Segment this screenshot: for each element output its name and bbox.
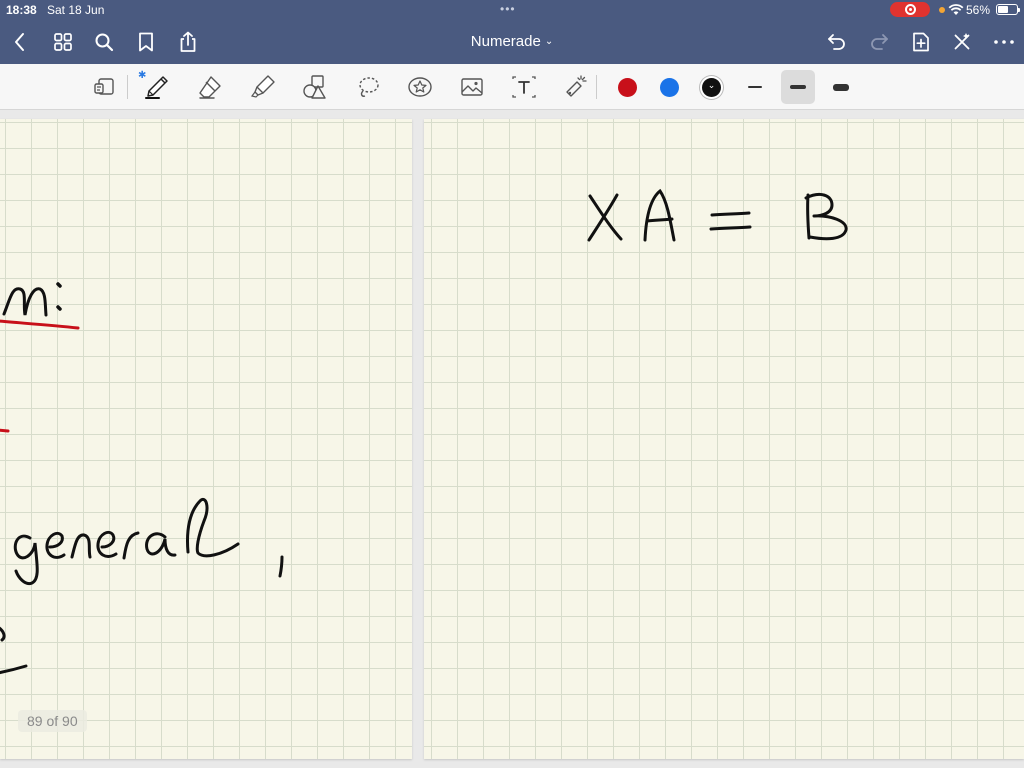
color-swatch-blue[interactable]	[660, 78, 679, 97]
stroke-width-thick[interactable]	[824, 70, 858, 104]
page-right[interactable]	[424, 119, 1024, 759]
handwriting-ink-right	[587, 188, 848, 242]
document-title-text[interactable]: Numerade	[471, 33, 541, 50]
more-icon[interactable]	[992, 30, 1016, 54]
image-icon[interactable]	[458, 73, 486, 101]
add-page-icon[interactable]	[909, 30, 933, 54]
tools-toolbar: ✱	[0, 64, 1024, 110]
redo-icon[interactable]	[867, 30, 891, 54]
screen-recording-icon[interactable]	[890, 2, 930, 17]
highlighter-icon[interactable]	[249, 73, 277, 101]
handwriting-ink-left	[0, 282, 284, 675]
toolbar-divider	[596, 75, 597, 99]
lasso-icon[interactable]	[354, 73, 382, 101]
status-time: 18:38	[6, 3, 37, 17]
text-icon[interactable]	[510, 73, 538, 101]
wifi-icon	[948, 4, 964, 15]
pen-icon[interactable]	[143, 73, 171, 101]
page-counter: 89 of 90	[18, 710, 87, 732]
nav-bar: Numerade ⌄	[0, 20, 1024, 64]
stroke-width-medium[interactable]	[781, 70, 815, 104]
document-pages[interactable]: 89 of 90	[0, 111, 1024, 768]
chevron-down-icon: ⌄	[707, 80, 716, 90]
shapes-icon[interactable]	[301, 73, 329, 101]
mic-indicator-icon	[939, 7, 945, 13]
multitasking-dots-icon[interactable]: •••	[500, 2, 516, 16]
status-date: Sat 18 Jun	[47, 3, 105, 17]
battery-fill	[998, 6, 1008, 13]
color-swatch-red[interactable]	[618, 78, 637, 97]
undo-icon[interactable]	[825, 30, 849, 54]
chevron-down-icon[interactable]: ⌄	[545, 36, 553, 47]
lasso-read-icon[interactable]	[91, 73, 119, 101]
status-bar: 18:38 Sat 18 Jun ••• 56%	[0, 0, 1024, 20]
battery-percent: 56%	[966, 3, 991, 17]
stroke-width-thin[interactable]	[738, 70, 772, 104]
page-left[interactable]: 89 of 90	[0, 119, 412, 759]
battery-icon	[996, 4, 1020, 15]
toolbar-divider	[127, 75, 128, 99]
color-swatch-black[interactable]: ⌄	[702, 78, 721, 97]
sticker-icon[interactable]	[406, 73, 434, 101]
close-icon[interactable]	[950, 30, 974, 54]
laser-pointer-icon[interactable]	[562, 73, 590, 101]
eraser-icon[interactable]	[196, 73, 224, 101]
